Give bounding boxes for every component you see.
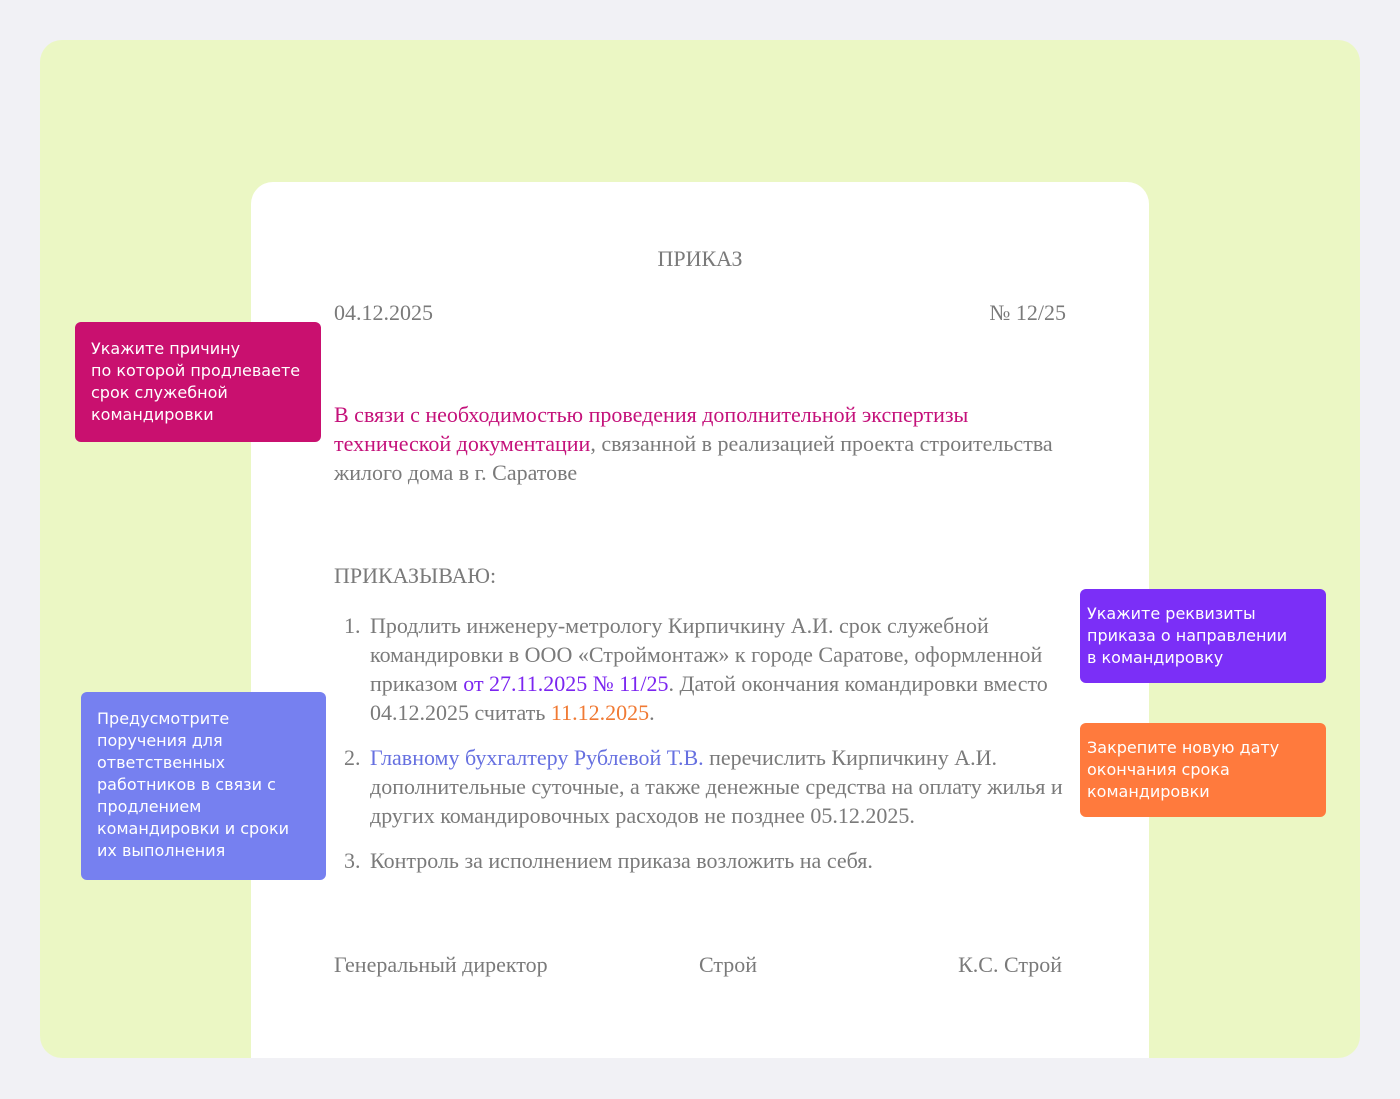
item-2-person: Главному бухгалтеру Рублевой Т.В. [370, 745, 704, 770]
order-document: ПРИКАЗ 04.12.2025 № 12/25 В связи с необ… [251, 182, 1149, 1058]
note-line: Закрепите новую дату [1087, 738, 1280, 757]
note-line: срок служебной [91, 383, 228, 402]
item-1-part3: . [649, 700, 655, 725]
note-line: поручения для [97, 731, 223, 750]
note-new-date-callout: Закрепите новую дату окончания срока ком… [1080, 723, 1326, 817]
document-date: 04.12.2025 [334, 300, 433, 325]
note-line: приказа о направлении [1087, 626, 1288, 645]
item-number: 1. [344, 613, 361, 638]
note-line: командировки и сроки [97, 819, 290, 838]
item-number: 3. [344, 848, 361, 873]
order-item-1: 1. Продлить инженеру-метрологу Кирпичкину… [334, 611, 1074, 727]
order-item-2: 2. Главному бухгалтеру Рублевой Т.В. пере… [334, 743, 1074, 830]
document-title: ПРИКАЗ [657, 246, 743, 271]
note-line: Предусмотрите [97, 709, 230, 728]
note-line: Укажите реквизиты [1087, 604, 1256, 623]
document-number: № 12/25 [989, 300, 1066, 325]
signature-role: Генеральный директор [334, 952, 548, 977]
note-line: Укажите причину [91, 339, 241, 358]
order-reason: В связи с необходимостью проведения допо… [334, 400, 1054, 487]
note-line: их выполнения [97, 841, 226, 860]
order-items: 1. Продлить инженеру-метрологу Кирпичкину… [334, 611, 1074, 891]
note-line: продлением [97, 797, 202, 816]
signature-name: К.С. Строй [958, 952, 1062, 977]
note-line: в командировку [1087, 648, 1224, 667]
note-assignments-callout: Предусмотрите поручения для ответственны… [81, 692, 326, 880]
note-line: ответственных [97, 753, 226, 772]
signature-sign: Строй [699, 952, 758, 977]
note-line: по которой продлеваете [91, 361, 301, 380]
item-1-new-date: 11.12.2025 [550, 700, 650, 725]
item-3-text: Контроль за исполнением приказа возложит… [370, 848, 873, 873]
background-frame: ПРИКАЗ 04.12.2025 № 12/25 В связи с необ… [40, 40, 1360, 1058]
note-reason-callout: Укажите причину по которой продлеваете с… [75, 322, 321, 442]
note-line: работников в связи с [97, 775, 276, 794]
order-item-3: 3. Контроль за исполнением приказа возлож… [334, 846, 1074, 875]
note-line: окончания срока [1087, 760, 1230, 779]
item-number: 2. [344, 745, 361, 770]
note-order-details-callout: Укажите реквизиты приказа о направлении … [1080, 589, 1326, 683]
order-word: ПРИКАЗЫВАЮ: [334, 563, 497, 588]
note-line: командировки [1087, 782, 1210, 801]
note-line: командировки [91, 405, 214, 424]
item-1-order-ref: от 27.11.2025 № 11/25 [463, 671, 669, 696]
